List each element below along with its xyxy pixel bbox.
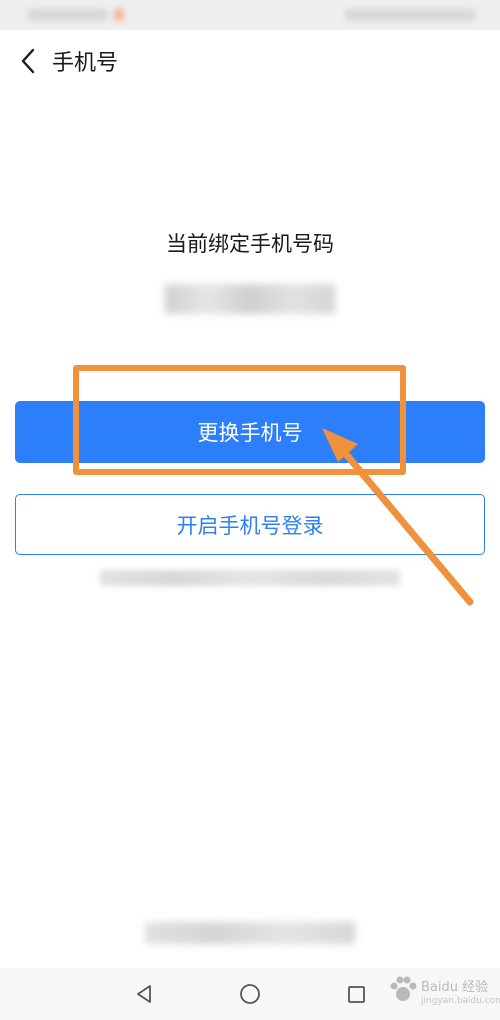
paw-logo-icon — [390, 976, 417, 1001]
baidu-jingyan-watermark: Baidu 经验 jingyan.baidu.com — [385, 966, 500, 1016]
back-button[interactable] — [8, 41, 48, 81]
triangle-back-icon — [137, 985, 151, 1003]
current-phone-heading: 当前绑定手机号码 — [166, 232, 334, 256]
highlight-box — [73, 365, 406, 475]
status-bar — [0, 0, 500, 30]
watermark-brand: Baidu 经验 — [421, 980, 489, 995]
footer-text-blurred — [145, 922, 355, 944]
enable-phone-login-button[interactable]: 开启手机号登录 — [15, 494, 485, 555]
circle-home-icon — [240, 984, 260, 1004]
chevron-left-icon — [21, 48, 35, 74]
masked-phone-number — [165, 284, 335, 314]
hint-text-blurred — [100, 570, 400, 586]
system-home-button[interactable] — [232, 976, 268, 1012]
square-recents-icon — [348, 986, 365, 1003]
status-blur-left — [28, 9, 108, 21]
status-blur-right — [345, 9, 475, 21]
top-nav-bar: 手机号 — [0, 30, 500, 92]
page-title: 手机号 — [52, 51, 119, 76]
watermark-url: jingyan.baidu.com — [421, 996, 500, 1006]
system-back-button[interactable] — [126, 976, 162, 1012]
system-recents-button[interactable] — [338, 976, 374, 1012]
status-dot — [114, 9, 124, 21]
